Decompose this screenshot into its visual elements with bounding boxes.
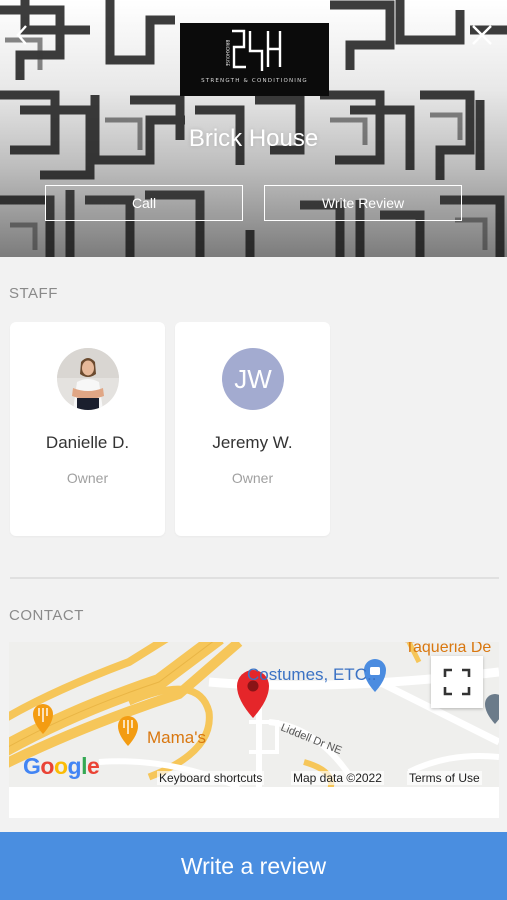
staff-role: Owner xyxy=(231,470,274,486)
place-label: Costumes, ETC.. xyxy=(247,665,376,684)
staff-card[interactable]: Danielle D. Owner xyxy=(10,322,165,536)
fullscreen-button[interactable] xyxy=(431,656,483,708)
logo-side-text: BRICKHOUSE xyxy=(225,40,230,67)
header-banner: BRICKHOUSE STRENGTH & CONDITIONING Brick… xyxy=(0,0,507,257)
place-label: Taqueria De xyxy=(405,642,491,656)
staff-card[interactable]: JW Jeremy W. Owner xyxy=(175,322,330,536)
business-name: Brick House xyxy=(188,125,319,152)
staff-role: Owner xyxy=(66,470,109,486)
map-data-attribution: Map data ©2022 xyxy=(291,771,384,785)
staff-name: Jeremy W. xyxy=(212,433,293,452)
business-logo: BRICKHOUSE STRENGTH & CONDITIONING xyxy=(180,23,329,96)
close-icon xyxy=(472,25,492,45)
fullscreen-icon xyxy=(443,668,471,696)
google-logo: Google xyxy=(23,753,100,779)
staff-photo xyxy=(57,348,119,410)
staff-name: Danielle D. xyxy=(45,433,130,452)
place-label: Mama's xyxy=(147,728,206,747)
terms-of-use-link[interactable]: Terms of Use xyxy=(407,771,482,785)
section-divider xyxy=(10,577,499,579)
staff-section-label: STAFF xyxy=(9,285,58,302)
close-button[interactable] xyxy=(469,22,495,48)
keyboard-shortcuts-link[interactable]: Keyboard shortcuts xyxy=(157,771,265,785)
contact-section-label: CONTACT xyxy=(9,607,84,624)
avatar xyxy=(57,348,119,410)
call-button[interactable]: Call xyxy=(45,185,243,221)
logo-tagline: STRENGTH & CONDITIONING xyxy=(201,78,308,84)
brickhouse-logo-mark: BRICKHOUSE xyxy=(225,29,281,71)
write-a-review-button[interactable]: Write a review xyxy=(0,832,507,900)
avatar: JW xyxy=(222,348,284,410)
write-review-button[interactable]: Write Review xyxy=(264,185,462,221)
map[interactable]: Liddell Dr NE Costumes, ETC.. Mama's Taq… xyxy=(9,642,499,787)
back-button[interactable] xyxy=(10,24,34,48)
chevron-left-icon xyxy=(16,25,27,45)
contact-card: Liddell Dr NE Costumes, ETC.. Mama's Taq… xyxy=(9,642,499,818)
